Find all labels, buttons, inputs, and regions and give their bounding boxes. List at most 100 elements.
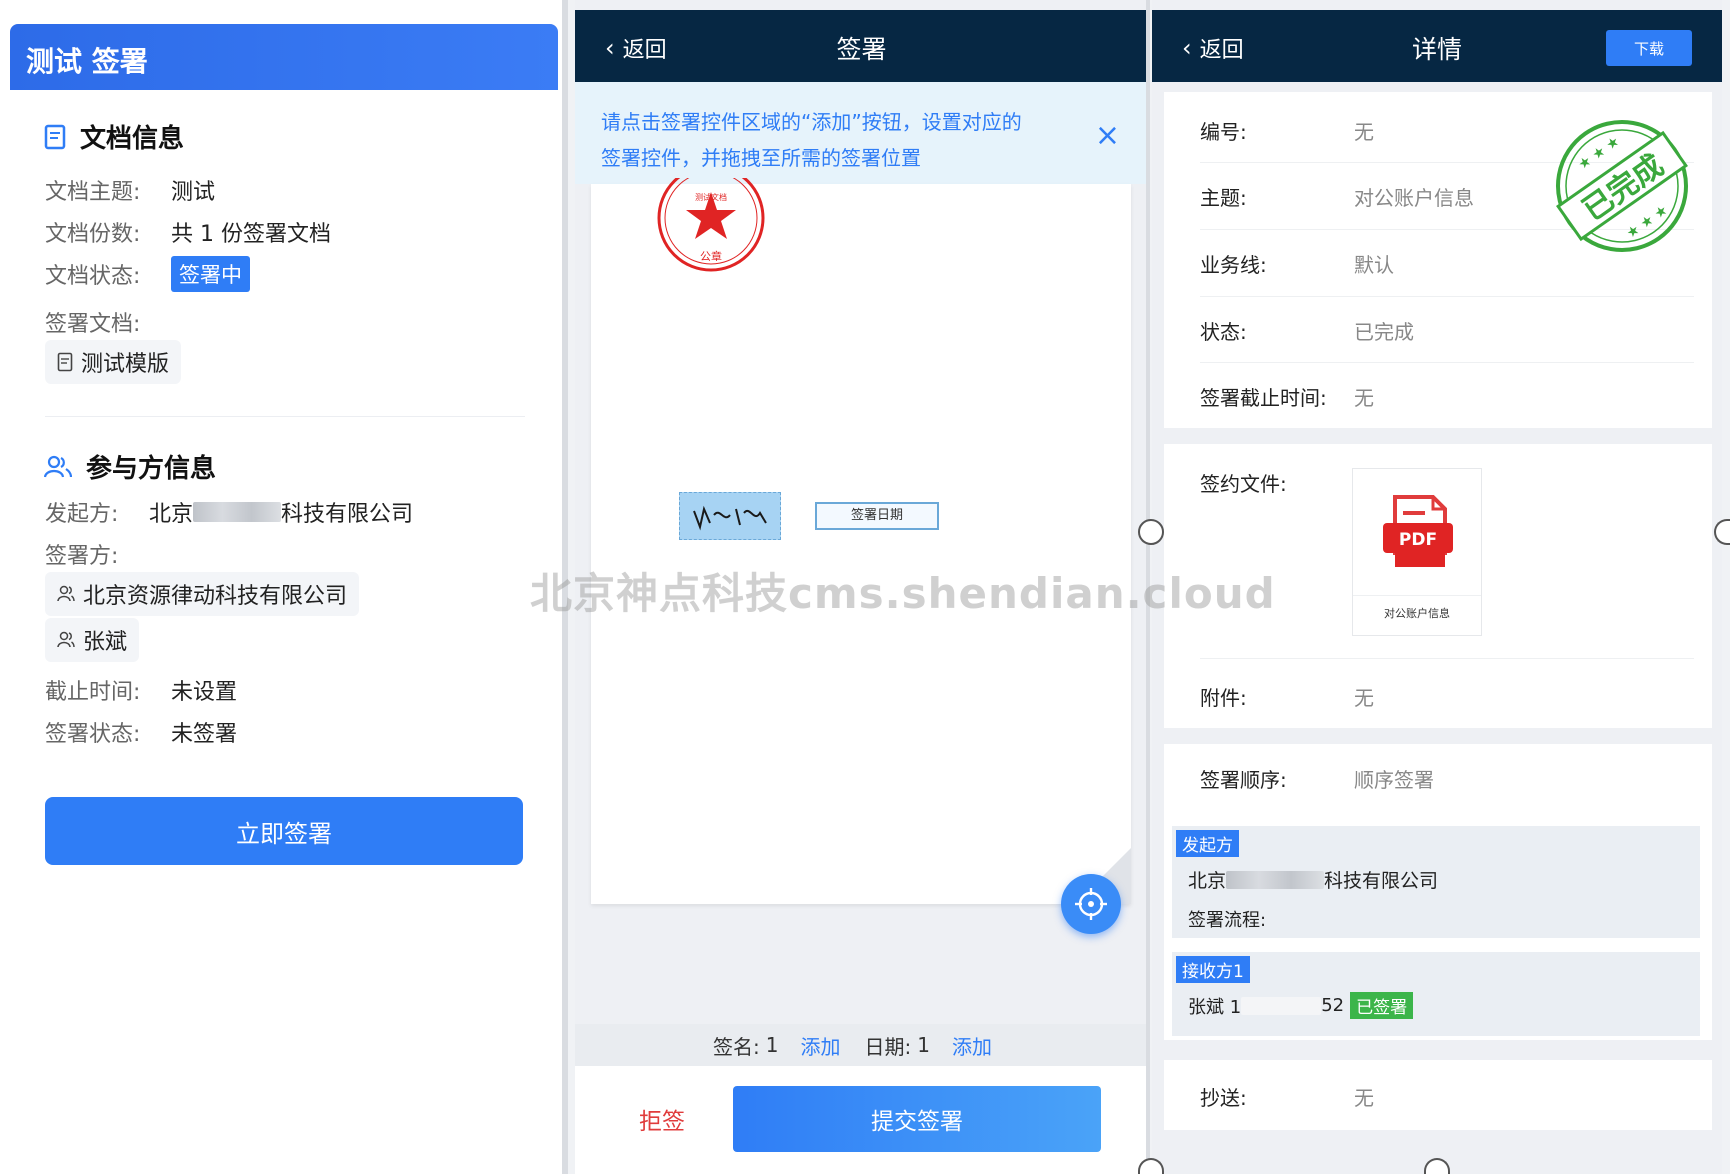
sign-count-label: 签名: [713,1034,760,1059]
sign-overview-panel: 测试 签署 文档信息 文档主题: 测试 文档份数: 共 1 份签署文档 文档状态… [0,0,566,1174]
pdf-file-thumb[interactable]: PDF 对公账户信息 [1352,468,1482,636]
signers-row: 签署方: [45,538,171,570]
pdf-name: 对公账户信息 [1384,607,1450,620]
deadline-value: 未设置 [171,680,238,705]
svg-text:测试文档: 测试文档 [695,192,727,202]
file-row: 签约文件: [1200,468,1354,497]
redacted-text [1241,996,1322,1015]
doc-count-label: 文档份数: [45,222,141,247]
initiator-label: 发起方: [45,502,119,527]
users-icon [44,455,72,477]
receiver-block: 接收方1 张斌 1 52 已签署 [1172,952,1700,1036]
deadline-row: 签署截止时间: 无 [1200,382,1374,411]
cc-value: 无 [1354,1086,1374,1110]
doc-count-row: 文档份数: 共 1 份签署文档 [45,216,331,248]
initiator-prefix: 北京 [1188,870,1227,892]
subject-row: 主题: 对公账户信息 [1200,182,1474,211]
signer-name: 张斌 [83,630,128,655]
reject-button[interactable]: 拒签 [639,1102,685,1136]
thumb-divider [1353,595,1481,596]
user-icon [57,585,75,602]
number-value: 无 [1354,120,1374,144]
line-label: 业务线: [1200,253,1267,277]
document-canvas[interactable]: 测试文档 公章 签署日期 [591,178,1131,904]
sign-count: 1 [765,1033,779,1057]
cc-row: 抄送: 无 [1200,1082,1374,1111]
svg-text:公章: 公章 [700,249,722,263]
doc-file-chip[interactable]: 测试模版 [45,340,182,384]
number-label: 编号: [1200,120,1247,144]
doc-subject-value: 测试 [171,180,216,205]
flow-label: 签署流程: [1188,910,1267,931]
date-field[interactable]: 签署日期 [815,502,939,530]
doc-subject-label: 文档主题: [45,180,141,205]
doc-subject-row: 文档主题: 测试 [45,174,215,206]
row-divider [1200,362,1694,363]
locate-button[interactable] [1061,874,1121,934]
row-divider [1200,658,1694,659]
svg-text:PDF: PDF [1399,530,1437,550]
attachment-row: 附件: 无 [1200,682,1374,711]
file-icon [57,352,73,372]
line-row: 业务线: 默认 [1200,249,1394,278]
doc-count-value: 共 1 份签署文档 [171,222,331,247]
deadline-value: 无 [1354,386,1374,410]
status-row: 状态: 已完成 [1200,316,1414,345]
add-date-link[interactable]: 添加 [952,1031,992,1060]
attachment-label: 附件: [1200,686,1247,710]
cc-card: 抄送: 无 [1164,1060,1712,1130]
order-label: 签署顺序: [1200,768,1287,792]
doc-status-label: 文档状态: [45,264,141,289]
number-row: 编号: 无 [1200,116,1374,145]
section-divider [45,416,525,417]
doc-file-name: 测试模版 [81,352,170,377]
deadline-label: 签署截止时间: [1200,386,1327,410]
file-label: 签约文件: [1200,472,1287,496]
sign-now-button[interactable]: 立即签署 [45,797,523,865]
receiver-tag: 接收方1 [1176,956,1250,983]
sign-status-value: 未签署 [171,722,238,747]
order-card: 签署顺序: 顺序签署 发起方 北京 科技有限公司 签署流程: 接收方1 张斌 1… [1164,744,1712,1040]
initiator-row: 发起方: 北京 科技有限公司 [45,496,413,528]
seal-text: 测试文档 [695,192,727,202]
deadline-label: 截止时间: [45,680,141,705]
status-value: 已完成 [1354,320,1414,344]
initiator-prefix: 北京 [149,502,194,527]
panel-title: 测试 签署 [26,45,148,78]
doc-file-label: 签署文档: [45,312,141,337]
close-icon[interactable]: × [1095,118,1120,153]
redacted-text [1226,870,1325,889]
order-row: 签署顺序: 顺序签署 [1200,764,1434,793]
signer-name: 北京资源律动科技有限公司 [83,584,348,609]
order-value: 顺序签署 [1354,768,1434,792]
control-counter-bar: 签名: 1 添加 日期: 1 添加 [575,1024,1148,1066]
subject-value: 对公账户信息 [1354,186,1474,210]
tip-banner: 请点击签署控件区域的“添加”按钮，设置对应的签署控件，并拖拽至所需的签署位置 × [575,82,1148,184]
watermark: 北京神点科技cms.shendian.cloud [530,569,1276,618]
info-card: 编号: 无 主题: 对公账户信息 业务线: 默认 状态: 已完成 签署截止时间:… [1164,92,1712,428]
initiator-suffix: 科技有限公司 [1324,870,1439,892]
pdf-badge: PDF [1399,530,1437,550]
download-button[interactable]: 下载 [1606,30,1692,66]
status-label: 状态: [1200,320,1247,344]
add-signature-link[interactable]: 添加 [801,1031,841,1060]
submit-sign-button[interactable]: 提交签署 [733,1086,1101,1152]
initiator-name: 北京 科技有限公司 [1188,866,1438,893]
user-icon [57,631,75,648]
company-seal[interactable]: 测试文档 公章 [655,178,767,278]
resize-handle[interactable] [1138,519,1164,545]
doc-file-row: 签署文档: [45,306,171,338]
panel-title-bar: 测试 签署 [10,24,558,90]
receiver-phone-tail: 52 [1321,995,1345,1016]
deadline-row: 截止时间: 未设置 [45,674,237,706]
document-icon [44,124,66,149]
doc-info-heading: 文档信息 [44,118,184,155]
signature-field[interactable] [679,492,781,540]
pdf-icon: PDF [1383,495,1453,567]
sign-status-row: 签署状态: 未签署 [45,716,237,748]
signature-scribble [693,505,767,531]
cc-label: 抄送: [1200,1086,1247,1110]
tip-text: 请点击签署控件区域的“添加”按钮，设置对应的签署控件，并拖拽至所需的签署位置 [601,110,1022,170]
doc-status-row: 文档状态: 签署中 [45,256,250,292]
completed-stamp: 已完成 ★ ★ ★ ★ ★ ★ [1556,120,1688,252]
